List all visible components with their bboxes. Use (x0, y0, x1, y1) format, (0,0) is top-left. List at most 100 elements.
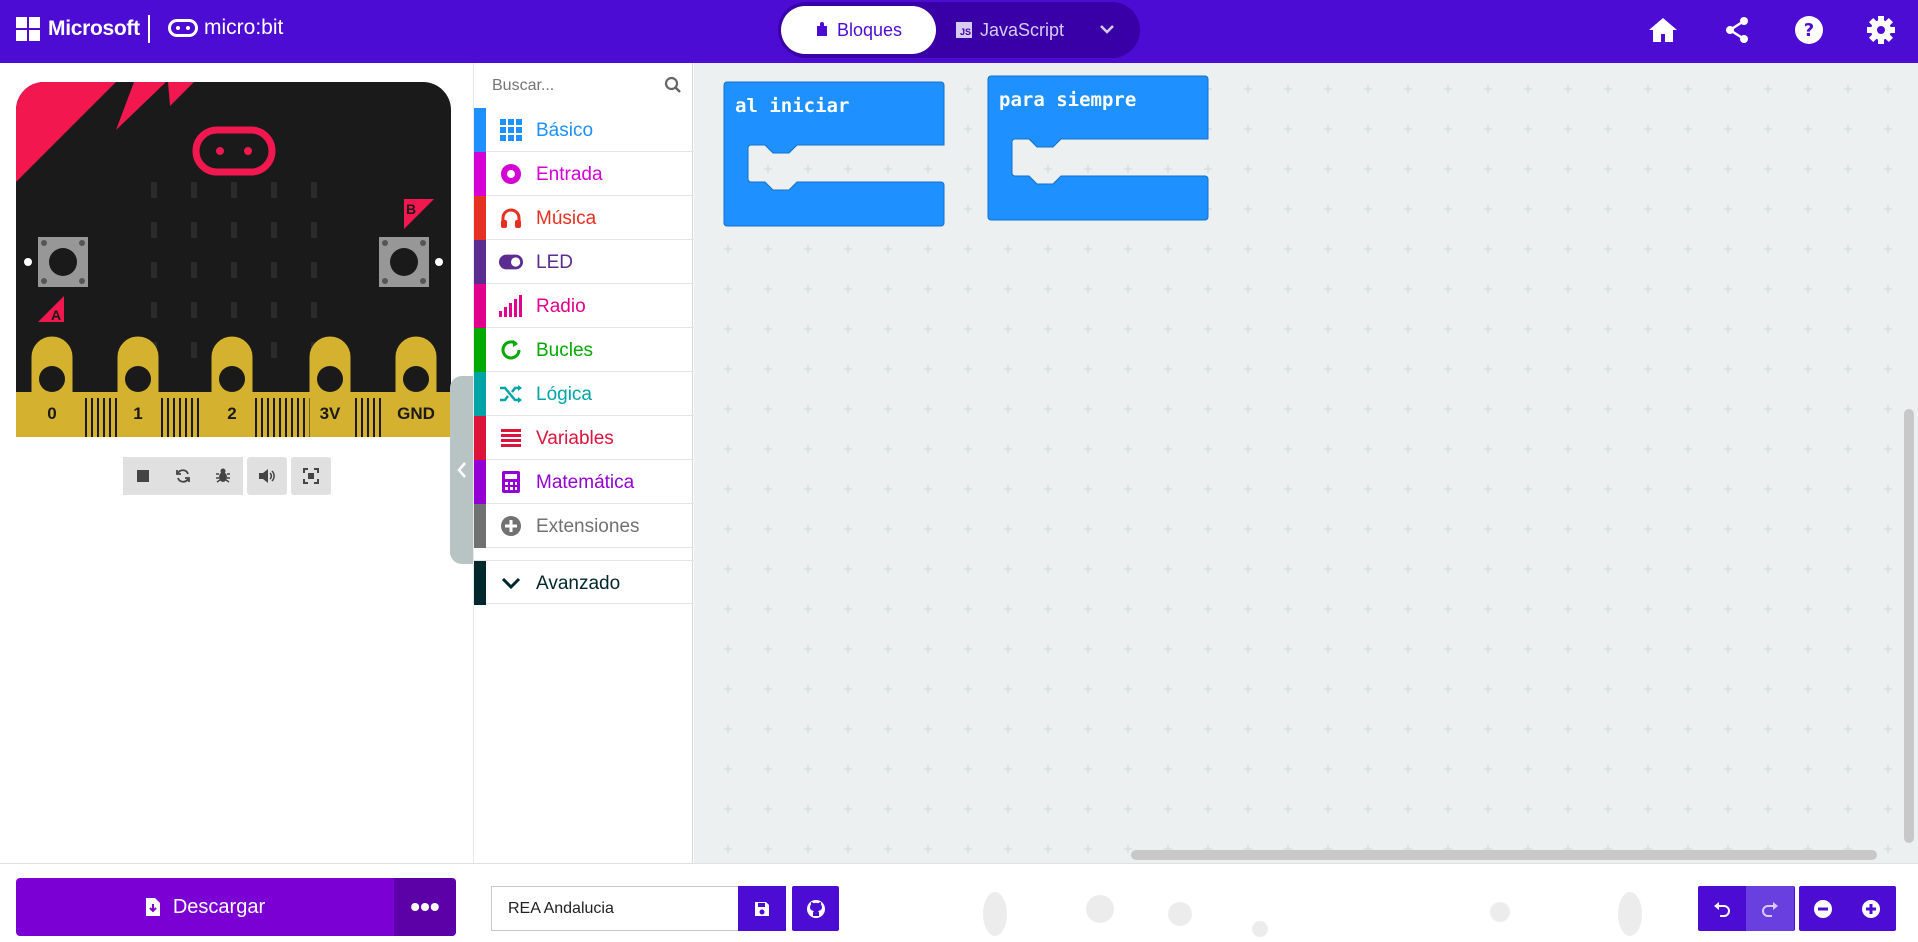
blocks-workspace[interactable]: al iniciar para siempre (694, 63, 1918, 863)
brand-name: Microsoft (48, 17, 140, 40)
stop-button[interactable] (123, 457, 163, 495)
category-radio[interactable]: Radio (474, 284, 694, 328)
undo-redo-group (1698, 886, 1795, 931)
sound-button[interactable] (247, 457, 287, 495)
debug-icon (216, 468, 230, 483)
category-basic[interactable]: Básico (474, 108, 694, 152)
vertical-scrollbar[interactable] (1904, 409, 1914, 843)
zoom-out-button[interactable] (1799, 886, 1847, 931)
toggle-icon (499, 251, 523, 273)
settings-icon[interactable] (1864, 13, 1898, 47)
button-b-label: B (406, 201, 416, 217)
svg-text:?: ? (1804, 20, 1814, 41)
download-group: Descargar ••• (16, 878, 456, 936)
simulator-toolbar (123, 457, 331, 495)
product-name: micro:bit (204, 16, 284, 39)
search-icon[interactable] (664, 76, 682, 94)
button-a-label: A (51, 307, 61, 323)
help-icon[interactable]: ? (1792, 13, 1826, 47)
category-label: Entrada (536, 164, 603, 185)
pin-label: 1 (133, 404, 142, 423)
category-advanced[interactable]: Avanzado (474, 560, 694, 605)
github-button[interactable] (792, 886, 839, 931)
more-options-button[interactable]: ••• (394, 878, 456, 936)
pin-label: 3V (320, 404, 341, 423)
category-color-bar (474, 240, 486, 284)
sound-icon (259, 469, 275, 483)
redo-button[interactable] (1746, 886, 1794, 931)
button-a[interactable] (38, 237, 88, 287)
category-label: Bucles (536, 340, 594, 361)
category-label: Básico (536, 120, 594, 141)
puzzle-icon (816, 22, 827, 36)
tab-blocks-label: Bloques (836, 19, 903, 40)
zoom-in-button[interactable] (1847, 886, 1895, 931)
category-color-bar (474, 152, 486, 196)
save-button[interactable] (738, 886, 786, 931)
category-music[interactable]: Música (474, 196, 694, 240)
github-icon (806, 899, 825, 918)
calculator-icon (499, 471, 523, 493)
chevron-left-icon (457, 462, 466, 478)
category-color-bar (474, 108, 486, 152)
microbit-logo[interactable]: micro:bit (168, 16, 283, 40)
grid-icon (499, 119, 523, 141)
chevron-down-icon[interactable] (1098, 20, 1116, 38)
loop-icon (499, 339, 523, 361)
microsoft-logo[interactable]: Microsoft (16, 17, 140, 41)
category-color-bar (474, 372, 486, 416)
category-label: Matemática (536, 472, 635, 493)
javascript-icon: JS (956, 22, 972, 38)
category-color-bar (474, 460, 486, 504)
category-label: LED (536, 252, 573, 273)
tab-javascript[interactable]: JS JavaScript (956, 6, 1064, 54)
toolbox-search (474, 63, 694, 108)
button-b[interactable] (379, 237, 429, 287)
search-input[interactable] (492, 76, 652, 95)
category-label: Extensiones (536, 516, 640, 537)
category-extensions[interactable]: Extensiones (474, 504, 694, 548)
chevron-down-icon (499, 572, 523, 594)
zoom-out-icon (1814, 899, 1832, 918)
restart-button[interactable] (163, 457, 203, 495)
download-button[interactable]: Descargar (16, 878, 394, 936)
category-label: Música (536, 208, 597, 229)
microbit-board[interactable]: A B 0 1 2 3V GND (16, 82, 451, 437)
undo-button[interactable] (1698, 886, 1746, 931)
category-label: Avanzado (536, 573, 621, 594)
restart-icon (176, 469, 190, 483)
microsoft-grid-icon (16, 17, 40, 41)
pin-label: 2 (227, 404, 236, 423)
header-bar: Microsoft micro:bit Bloques JS JavaScrip… (0, 0, 1918, 63)
fullscreen-button[interactable] (291, 457, 331, 495)
forever-label: para siempre (999, 89, 1137, 111)
category-label: Lógica (536, 384, 592, 405)
header-divider (148, 15, 150, 43)
category-color-bar (474, 196, 486, 240)
category-math[interactable]: Matemática (474, 460, 694, 504)
toolbox: Básico Entrada Música LED Radio Buc (473, 63, 694, 863)
forever-block[interactable]: para siempre (987, 75, 1209, 226)
project-name-input[interactable] (491, 886, 739, 931)
footer-decoration (983, 892, 1642, 937)
category-variables[interactable]: Variables (474, 416, 694, 460)
home-icon[interactable] (1646, 13, 1680, 47)
category-led[interactable]: LED (474, 240, 694, 284)
collapse-simulator-button[interactable] (450, 376, 474, 564)
category-loops[interactable]: Bucles (474, 328, 694, 372)
category-input[interactable]: Entrada (474, 152, 694, 196)
shuffle-icon (499, 383, 523, 405)
category-logic[interactable]: Lógica (474, 372, 694, 416)
tab-javascript-label: JavaScript (980, 19, 1065, 40)
microbit-logo-icon (168, 19, 198, 37)
horizontal-scrollbar[interactable] (1131, 850, 1877, 860)
category-label: Radio (536, 296, 586, 317)
tab-blocks[interactable]: Bloques (781, 6, 936, 54)
save-icon (755, 901, 769, 916)
share-icon[interactable] (1720, 13, 1754, 47)
debug-button[interactable] (203, 457, 243, 495)
category-color-bar (474, 504, 486, 548)
fullscreen-icon (303, 468, 319, 484)
category-color-bar (474, 561, 486, 605)
on-start-block[interactable]: al iniciar (723, 81, 945, 232)
